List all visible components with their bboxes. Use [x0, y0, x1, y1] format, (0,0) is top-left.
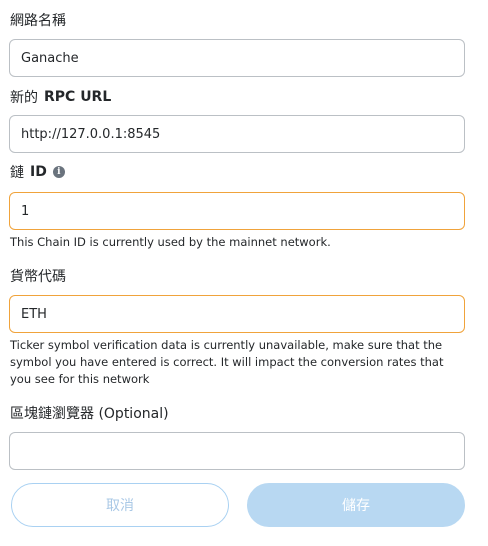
- block-explorer-input[interactable]: [9, 432, 465, 470]
- chain-id-label-strong: ID: [30, 164, 47, 180]
- rpc-url-label-prefix: 新的: [10, 90, 38, 106]
- network-name-label-text: 網路名稱: [10, 13, 66, 29]
- rpc-url-label: 新的 RPC URL: [10, 87, 111, 107]
- block-explorer-label-text: 區塊鏈瀏覽器 (Optional): [10, 406, 169, 422]
- info-icon[interactable]: i: [52, 166, 65, 178]
- chain-id-value: 1: [21, 203, 30, 219]
- rpc-url-input[interactable]: http://127.0.0.1:8545: [9, 115, 465, 153]
- chain-id-warning: This Chain ID is currently used by the m…: [10, 235, 331, 249]
- rpc-url-label-strong: RPC URL: [44, 89, 112, 105]
- currency-symbol-label: 貨幣代碼: [10, 266, 66, 286]
- cancel-button-label: 取消: [106, 498, 134, 514]
- block-explorer-label: 區塊鏈瀏覽器 (Optional): [10, 403, 169, 423]
- currency-symbol-value: ETH: [21, 306, 47, 322]
- save-button[interactable]: 儲存: [247, 483, 465, 527]
- save-button-label: 儲存: [342, 498, 370, 514]
- currency-symbol-input[interactable]: ETH: [9, 295, 465, 333]
- network-name-input[interactable]: Ganache: [9, 39, 465, 77]
- chain-id-label-prefix: 鏈: [10, 165, 24, 181]
- cancel-button[interactable]: 取消: [11, 483, 229, 527]
- rpc-url-value: http://127.0.0.1:8545: [21, 126, 161, 142]
- currency-symbol-label-text: 貨幣代碼: [10, 269, 66, 285]
- network-name-value: Ganache: [21, 50, 79, 66]
- chain-id-label: 鏈 ID i: [10, 162, 65, 182]
- chain-id-input[interactable]: 1: [9, 192, 465, 230]
- currency-symbol-warning: Ticker symbol verification data is curre…: [10, 338, 444, 386]
- network-name-label: 網路名稱: [10, 10, 66, 30]
